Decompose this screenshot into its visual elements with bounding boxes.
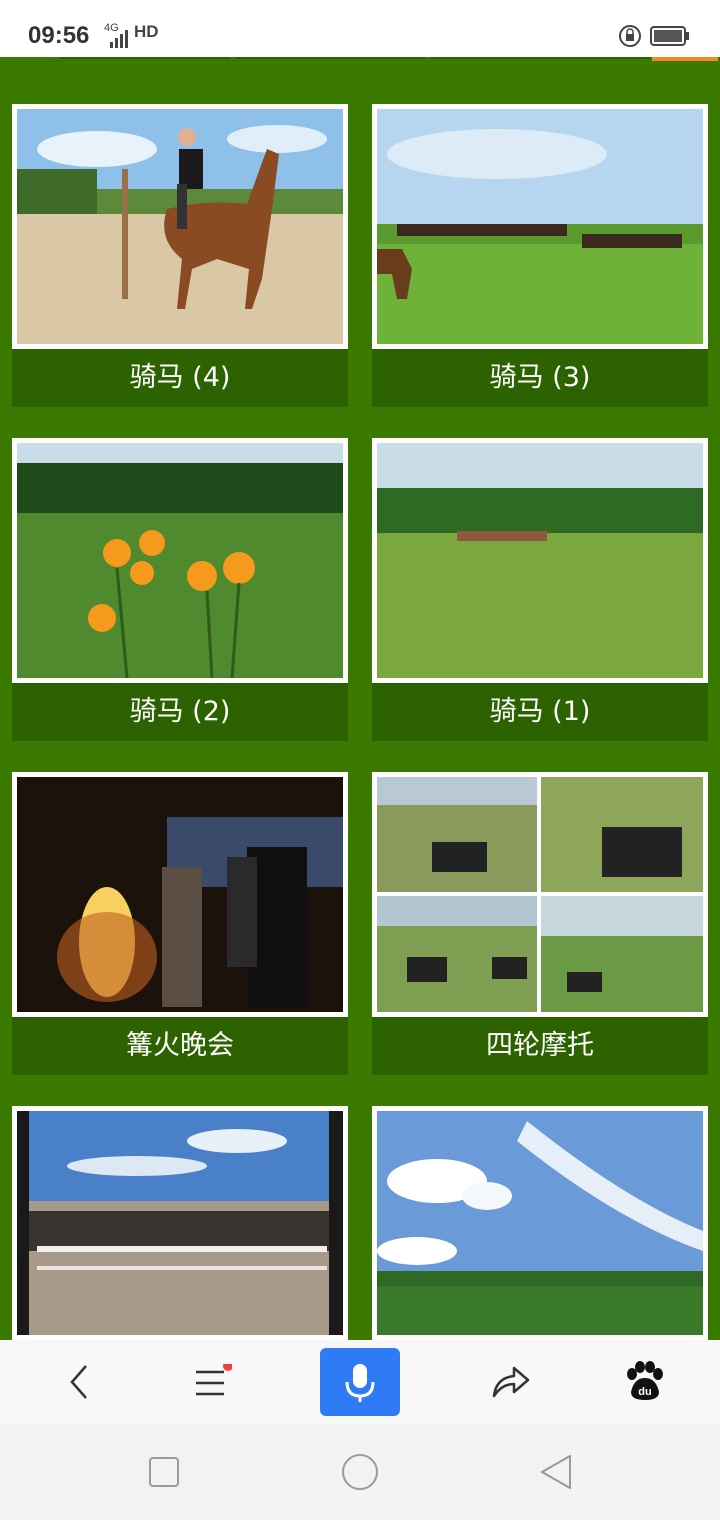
signal-icon xyxy=(110,30,128,48)
gallery-caption[interactable]: 篝火晚会 xyxy=(12,1017,348,1075)
gallery-caption[interactable]: 骑马 (3) xyxy=(372,349,708,407)
system-navigation-bar xyxy=(0,1424,720,1520)
horses-grazing-field-photo[interactable] xyxy=(372,438,708,683)
browser-toolbar: du xyxy=(0,1340,720,1424)
back-triangle-icon[interactable] xyxy=(538,1452,574,1492)
gallery-item[interactable]: 骑马 (3) xyxy=(372,104,708,407)
gallery-item[interactable]: 骑马 (4) xyxy=(12,104,348,407)
horse-corral-photo[interactable] xyxy=(12,1106,348,1340)
gallery-item[interactable] xyxy=(12,1106,348,1340)
battery-icon xyxy=(650,26,689,46)
bonfire-night-party-photo[interactable] xyxy=(12,772,348,1017)
gallery-item[interactable]: 骑马 (2) xyxy=(12,438,348,741)
voice-search-button[interactable] xyxy=(320,1348,400,1416)
gallery-caption[interactable]: 四轮摩托 xyxy=(372,1017,708,1075)
home-icon[interactable] xyxy=(340,1452,380,1492)
microphone-icon xyxy=(345,1364,375,1402)
hd-indicator: HD xyxy=(134,22,159,41)
atv-riding-collage-photo[interactable] xyxy=(372,772,708,1017)
rotation-lock-icon xyxy=(619,25,641,47)
gallery-caption[interactable]: 骑马 (2) xyxy=(12,683,348,741)
gallery-caption[interactable]: 骑马 (4) xyxy=(12,349,348,407)
recent-apps-icon[interactable] xyxy=(146,1454,182,1490)
gallery-item[interactable] xyxy=(372,1106,708,1340)
svg-text:du: du xyxy=(638,1386,651,1398)
gallery-item[interactable]: 骑马 (1) xyxy=(372,438,708,741)
gallery-content: 骑马 (4) 骑马 (3) 骑马 (2) 骑马 (1) 篝火晚会 四轮摩托 xyxy=(0,57,720,1340)
orange-flowers-meadow-photo[interactable] xyxy=(12,438,348,683)
share-icon[interactable] xyxy=(488,1362,532,1402)
baidu-paw-icon[interactable]: du xyxy=(622,1360,666,1404)
status-bar: 09:56 4G HD xyxy=(0,0,720,60)
gallery-item[interactable]: 篝火晚会 xyxy=(12,772,348,1075)
sky-and-forest-photo[interactable] xyxy=(372,1106,708,1340)
header-remnant xyxy=(0,57,720,63)
back-icon[interactable] xyxy=(60,1362,100,1402)
clock: 09:56 xyxy=(28,22,90,49)
gallery-item[interactable]: 四轮摩托 xyxy=(372,772,708,1075)
menu-icon[interactable] xyxy=(192,1364,232,1404)
riders-on-grassland-photo[interactable] xyxy=(372,104,708,349)
gallery-caption[interactable]: 骑马 (1) xyxy=(372,683,708,741)
man-riding-horse-photo[interactable] xyxy=(12,104,348,349)
